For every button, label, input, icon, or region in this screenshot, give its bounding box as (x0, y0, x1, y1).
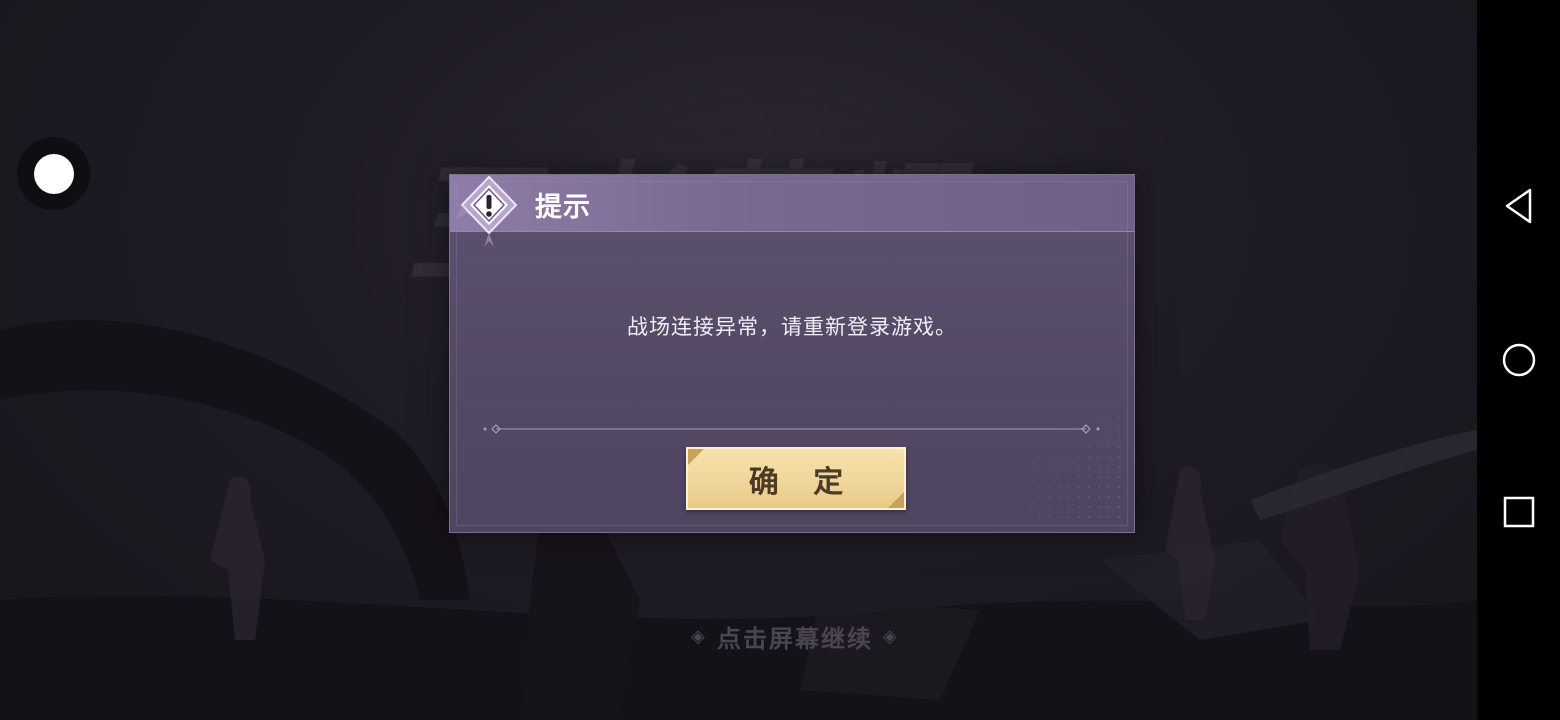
assistive-touch-icon (33, 153, 74, 194)
system-nav-bar (1477, 0, 1560, 720)
nav-recent-button[interactable] (1477, 477, 1560, 547)
confirm-button-label: 确 定 (748, 464, 856, 500)
confirm-button[interactable]: 确 定 (686, 447, 906, 510)
dialog-header: 提示 (450, 175, 1134, 232)
assistive-touch-button[interactable] (17, 137, 90, 210)
tap-to-continue-hint[interactable]: ◈ 点击屏幕继续 ◈ (670, 618, 920, 654)
dialog-title: 提示 (535, 192, 591, 223)
nav-home-button[interactable] (1477, 325, 1560, 395)
exclamation-icon (456, 175, 518, 247)
recent-square-icon (1503, 496, 1534, 528)
button-corner-ornament (888, 492, 904, 508)
button-corner-ornament (688, 449, 704, 465)
alert-dialog: 提示 战场连接异常，请重新登录游戏。 确 定 (449, 174, 1135, 533)
dialog-message: 战场连接异常，请重新登录游戏。 (627, 315, 957, 339)
back-triangle-icon (1505, 188, 1531, 224)
nav-back-button[interactable] (1477, 171, 1560, 241)
dialog-divider (483, 424, 1100, 434)
hint-ornament-right: ◈ (883, 625, 899, 647)
hint-ornament-left: ◈ (691, 625, 707, 647)
home-circle-icon (1502, 343, 1535, 377)
continue-hint-text: 点击屏幕继续 (717, 624, 873, 653)
screen[interactable]: 王者荣耀 ◈ 点击屏幕继续 ◈ 提示 战场连接异常，请重新登录游戏。 (0, 0, 1560, 720)
